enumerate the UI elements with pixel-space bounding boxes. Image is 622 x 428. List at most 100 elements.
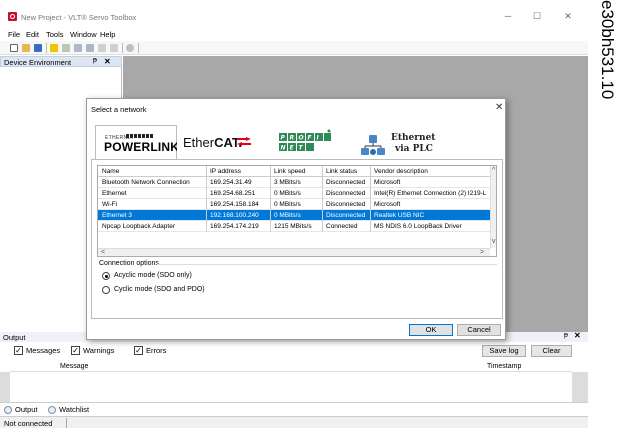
scroll-down-icon[interactable]: v: [492, 238, 496, 245]
bottom-tabs: Output Watchlist: [0, 402, 588, 416]
table-cell: 1215 MBits/s: [274, 223, 312, 230]
download-icon[interactable]: [110, 44, 118, 52]
table-row[interactable]: Npcap Loopback Adapter 169.254.174.219 121…: [98, 221, 490, 232]
table-cell: Connected: [326, 223, 358, 230]
table-cell: Intel(R) Ethernet Connection (2) I219-LM: [374, 190, 486, 197]
svg-text:N: N: [281, 145, 286, 152]
device-environment-title: Device Environment: [4, 58, 72, 67]
connection-options-label: Connection options: [99, 260, 159, 267]
horizontal-scrollbar[interactable]: < >: [98, 248, 490, 256]
col-link-speed[interactable]: Link speed: [274, 168, 320, 175]
output-columns: Message Timestamp: [10, 362, 572, 372]
new-file-icon[interactable]: [10, 44, 18, 52]
title-bar: New Project - VLT® Servo Toolbox ─ ☐ ✕: [0, 0, 588, 28]
network-adapter-table: Name IP address Link speed Link status V…: [97, 165, 497, 257]
col-link-status[interactable]: Link status: [326, 168, 370, 175]
table-cell: 192.168.100.240: [210, 212, 259, 219]
toolbar-divider: [46, 43, 47, 53]
tab-output[interactable]: Output: [15, 405, 38, 414]
menu-tools[interactable]: Tools: [46, 30, 64, 39]
ethercat-arrow-icon: [237, 137, 251, 146]
ethernet-plc-network-icon: [361, 135, 385, 155]
toolbar-divider: [138, 43, 139, 53]
table-cell: Npcap Loopback Adapter: [102, 223, 175, 230]
open-folder-icon[interactable]: [22, 44, 30, 52]
network-icon[interactable]: [86, 44, 94, 52]
tab-ethernet-via-plc[interactable]: Ethernet via PLC: [355, 125, 447, 159]
table-row[interactable]: Wi-Fi 169.254.158.184 0 MBits/s Disconnecte…: [98, 199, 490, 210]
dialog-close-icon[interactable]: ✕: [495, 102, 503, 113]
errors-label: Errors: [146, 346, 167, 355]
scan-icon[interactable]: [62, 44, 70, 52]
messages-checkbox[interactable]: ✓: [14, 346, 23, 355]
ok-button[interactable]: OK: [409, 324, 453, 336]
table-header: Name IP address Link speed Link status V…: [98, 166, 490, 177]
table-cell: 0 MBits/s: [274, 201, 301, 208]
col-name[interactable]: Name: [102, 168, 202, 175]
warnings-checkbox[interactable]: ✓: [71, 346, 80, 355]
table-cell: Disconnected: [326, 201, 366, 208]
close-panel-icon[interactable]: ✕: [574, 331, 581, 340]
pin-icon[interactable]: ᵽ: [564, 332, 568, 339]
clear-button[interactable]: Clear: [531, 345, 572, 357]
table-row[interactable]: Ethernet 169.254.68.251 0 MBits/s Disconnec…: [98, 188, 490, 199]
close-panel-icon[interactable]: ✕: [104, 57, 111, 66]
tab-profinet[interactable]: PRO FI NET: [269, 125, 343, 159]
device-icon[interactable]: [74, 44, 82, 52]
cyclic-mode-radio[interactable]: [102, 286, 110, 294]
warnings-label: Warnings: [83, 346, 115, 355]
table-cell: Realtek USB NIC: [374, 212, 425, 219]
menu-edit[interactable]: Edit: [26, 30, 39, 39]
menu-file[interactable]: File: [8, 30, 20, 39]
powerlink-bars-icon: [126, 134, 154, 138]
save-log-button[interactable]: Save log: [482, 345, 526, 357]
scroll-left-icon[interactable]: <: [101, 249, 105, 256]
connect-icon[interactable]: [50, 44, 58, 52]
table-cell: MS NDIS 6.0 LoopBack Driver: [374, 223, 462, 230]
table-cell: Disconnected: [326, 212, 366, 219]
cancel-button[interactable]: Cancel: [457, 324, 501, 336]
errors-checkbox[interactable]: ✓: [134, 346, 143, 355]
table-row[interactable]: Ethernet 3 192.168.100.240 0 MBits/s Discon…: [98, 210, 490, 221]
col-ip[interactable]: IP address: [210, 168, 270, 175]
vertical-scrollbar[interactable]: ^ v: [490, 166, 496, 248]
column-divider: [370, 166, 371, 232]
table-cell: Bluetooth Network Connection: [102, 179, 190, 186]
pin-icon[interactable]: ᵽ: [93, 57, 97, 64]
dialog-title: Select a network: [91, 105, 147, 114]
group-divider: [157, 264, 497, 265]
upload-icon[interactable]: [98, 44, 106, 52]
acyclic-mode-radio[interactable]: [102, 272, 110, 280]
ethercat-label: EtherCAT.: [183, 135, 243, 150]
column-divider: [206, 166, 207, 232]
ethernet-plc-label-1: Ethernet: [391, 133, 436, 143]
acyclic-mode-label: Acyclic mode (SDO only): [114, 272, 192, 279]
menu-window[interactable]: Window: [70, 30, 97, 39]
close-window-button[interactable]: ✕: [556, 9, 580, 23]
table-cell: Wi-Fi: [102, 201, 118, 208]
connection-status: Not connected: [4, 419, 53, 428]
table-row[interactable]: Bluetooth Network Connection 169.254.31.4…: [98, 177, 490, 188]
scroll-right-icon[interactable]: >: [480, 249, 484, 256]
menu-help[interactable]: Help: [100, 30, 115, 39]
stop-icon[interactable]: [126, 44, 134, 52]
output-title: Output: [3, 333, 26, 342]
minimize-button[interactable]: ─: [496, 9, 520, 23]
save-icon[interactable]: [34, 44, 42, 52]
messages-label: Messages: [26, 346, 61, 355]
column-message[interactable]: Message: [60, 363, 88, 370]
figure-code-label: e30bh531.10: [593, 0, 619, 160]
tab-ethercat[interactable]: EtherCAT.: [177, 125, 263, 159]
scroll-up-icon[interactable]: ^: [492, 167, 495, 174]
app-logo-icon: [8, 12, 17, 21]
svg-text:P: P: [281, 135, 286, 142]
device-environment-header: Device Environment ᵽ ✕: [0, 56, 122, 67]
col-vendor[interactable]: Vendor description: [374, 168, 486, 175]
column-timestamp[interactable]: Timestamp: [487, 363, 521, 370]
maximize-button[interactable]: ☐: [525, 9, 549, 23]
output-tab-icon: [4, 406, 12, 414]
toolbar-divider: [122, 43, 123, 53]
menu-bar: File Edit Tools Window Help: [0, 28, 588, 41]
tab-watchlist[interactable]: Watchlist: [59, 405, 89, 414]
tab-powerlink[interactable]: ETHERNET POWERLINK: [95, 125, 179, 160]
